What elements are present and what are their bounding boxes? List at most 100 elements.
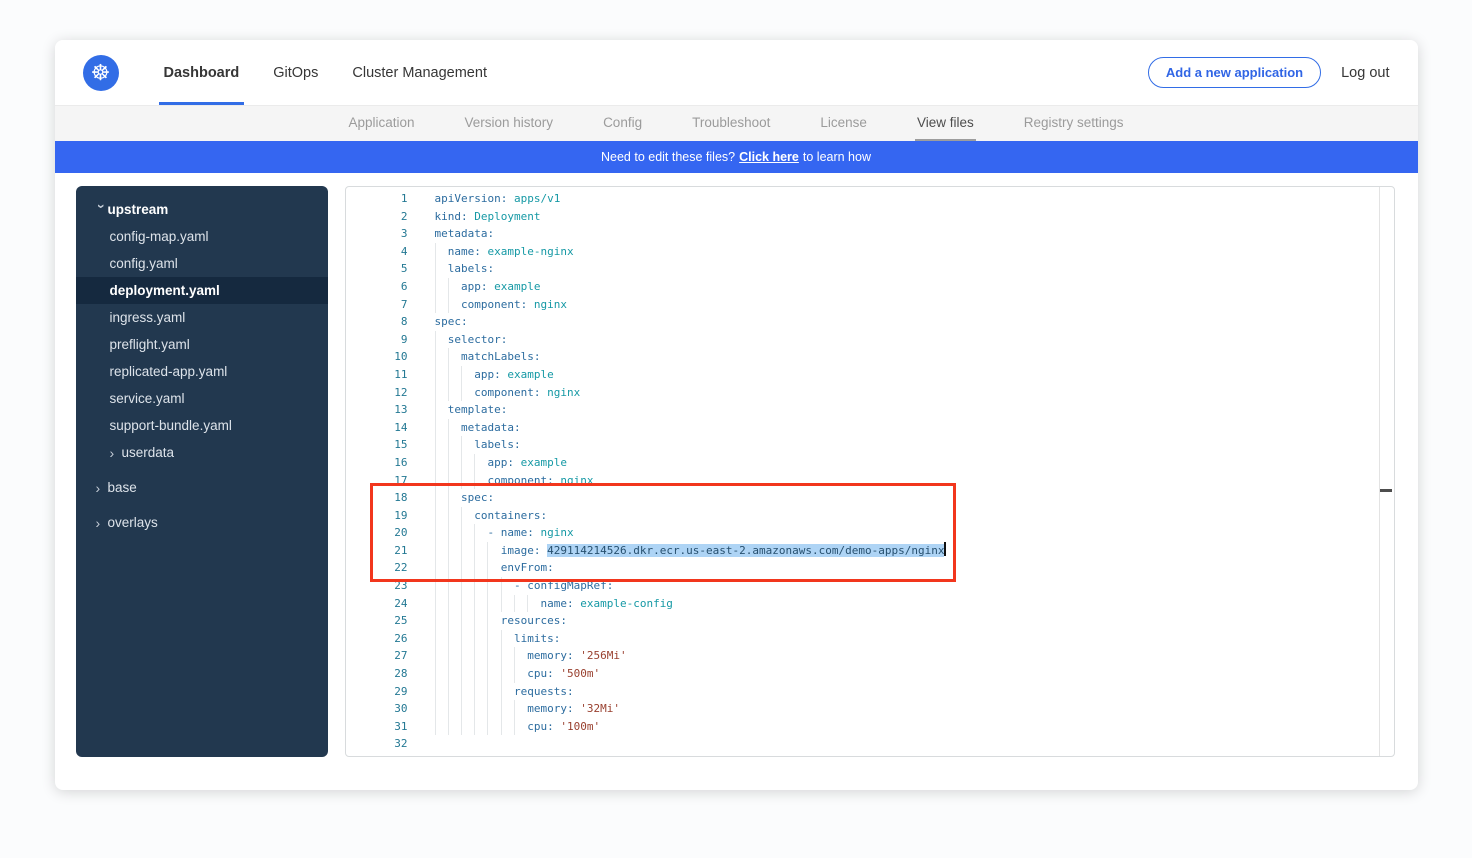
code-line-29[interactable]: 29 requests: [346, 683, 1394, 701]
tree-file-support-bundle-yaml[interactable]: support-bundle.yaml [76, 412, 328, 439]
chevron-down-icon[interactable]: › [94, 204, 110, 216]
code-line-22[interactable]: 22 envFrom: [346, 559, 1394, 577]
code-line-7[interactable]: 7 component: nginx [346, 296, 1394, 314]
indent-guide [448, 507, 449, 525]
nav-item-cluster-management[interactable]: Cluster Management [347, 40, 492, 105]
overview-ruler-cursor-marker [1380, 489, 1392, 492]
code-text: memory: '256Mi' [435, 649, 627, 662]
tab-application[interactable]: Application [346, 106, 416, 141]
code-line-body: - configMapRef: [435, 577, 614, 595]
overview-ruler[interactable] [1379, 187, 1380, 756]
indent-guide [514, 718, 515, 736]
code-line-21[interactable]: 21 image: 429114214526.dkr.ecr.us-east-2… [346, 542, 1394, 560]
banner-click-here-link[interactable]: Click here [739, 150, 799, 164]
code-line-19[interactable]: 19 containers: [346, 507, 1394, 525]
code-text: spec: [435, 315, 468, 328]
code-line-30[interactable]: 30 memory: '32Mi' [346, 700, 1394, 718]
indent-guide [487, 559, 488, 577]
tab-license[interactable]: License [818, 106, 869, 141]
code-line-15[interactable]: 15 labels: [346, 436, 1394, 454]
code-line-12[interactable]: 12 component: nginx [346, 384, 1394, 402]
code-text: metadata: [435, 227, 495, 240]
line-number: 25 [346, 612, 408, 630]
tree-item-label: replicated-app.yaml [110, 364, 228, 379]
code-line-body: labels: [435, 260, 495, 278]
code-line-5[interactable]: 5 labels: [346, 260, 1394, 278]
tree-file-deployment-yaml[interactable]: deployment.yaml [76, 277, 328, 304]
line-number: 14 [346, 419, 408, 437]
chevron-right-icon[interactable]: › [96, 515, 108, 531]
tab-registry-settings[interactable]: Registry settings [1022, 106, 1126, 141]
indent-guide [461, 665, 462, 683]
code-line-31[interactable]: 31 cpu: '100m' [346, 718, 1394, 736]
code-text: envFrom: [435, 561, 554, 574]
nav-item-dashboard[interactable]: Dashboard [159, 40, 245, 105]
chevron-right-icon[interactable]: › [110, 445, 122, 461]
top-nav: ☸ DashboardGitOpsCluster Management Add … [55, 40, 1418, 105]
code-line-24[interactable]: 24 name: example-config [346, 595, 1394, 613]
indent-guide [435, 665, 436, 683]
indent-guide [448, 612, 449, 630]
tab-troubleshoot[interactable]: Troubleshoot [690, 106, 772, 141]
code-line-body: app: example [435, 366, 554, 384]
indent-guide [448, 524, 449, 542]
code-line-14[interactable]: 14 metadata: [346, 419, 1394, 437]
indent-guide [501, 700, 502, 718]
add-application-button[interactable]: Add a new application [1148, 57, 1321, 88]
code-line-32[interactable]: 32 [346, 735, 1394, 753]
code-line-3[interactable]: 3 metadata: [346, 225, 1394, 243]
code-line-18[interactable]: 18 spec: [346, 489, 1394, 507]
code-line-8[interactable]: 8 spec: [346, 313, 1394, 331]
code-line-27[interactable]: 27 memory: '256Mi' [346, 647, 1394, 665]
code-line-23[interactable]: 23 - configMapRef: [346, 577, 1394, 595]
tree-folder-userdata[interactable]: ›userdata [76, 439, 328, 466]
code-line-16[interactable]: 16 app: example [346, 454, 1394, 472]
code-line-body: metadata: [435, 225, 495, 243]
line-number: 7 [346, 296, 408, 314]
code-line-11[interactable]: 11 app: example [346, 366, 1394, 384]
nav-item-gitops[interactable]: GitOps [268, 40, 323, 105]
yaml-editor[interactable]: 1apiVersion: apps/v12kind: Deployment3 me… [345, 186, 1395, 757]
tree-folder-base[interactable]: ›base [76, 474, 328, 501]
tree-folder-overlays[interactable]: ›overlays [76, 509, 328, 536]
code-line-4[interactable]: 4 name: example-nginx [346, 243, 1394, 261]
indent-guide [435, 296, 436, 314]
line-number: 20 [346, 524, 408, 542]
tree-file-replicated-app-yaml[interactable]: replicated-app.yaml [76, 358, 328, 385]
line-number: 23 [346, 577, 408, 595]
tree-item-label: deployment.yaml [110, 283, 220, 298]
code-line-25[interactable]: 25 resources: [346, 612, 1394, 630]
indent-guide [501, 595, 502, 613]
logout-link[interactable]: Log out [1341, 65, 1389, 81]
indent-guide [474, 683, 475, 701]
tree-file-ingress-yaml[interactable]: ingress.yaml [76, 304, 328, 331]
code-line-body: name: example-config [435, 595, 673, 613]
tab-config[interactable]: Config [601, 106, 644, 141]
indent-guide [461, 595, 462, 613]
line-number: 3 [346, 225, 408, 243]
tab-view-files[interactable]: View files [915, 106, 976, 141]
code-line-body: cpu: '100m' [435, 718, 601, 736]
code-line-28[interactable]: 28 cpu: '500m' [346, 665, 1394, 683]
tree-file-config-yaml[interactable]: config.yaml [76, 250, 328, 277]
line-number: 8 [346, 313, 408, 331]
code-line-26[interactable]: 26 limits: [346, 630, 1394, 648]
chevron-right-icon[interactable]: › [96, 480, 108, 496]
code-line-10[interactable]: 10 matchLabels: [346, 348, 1394, 366]
code-line-1[interactable]: 1apiVersion: apps/v1 [346, 190, 1394, 208]
code-line-2[interactable]: 2kind: Deployment [346, 208, 1394, 226]
indent-guide [461, 630, 462, 648]
code-line-6[interactable]: 6 app: example [346, 278, 1394, 296]
code-line-13[interactable]: 13 template: [346, 401, 1394, 419]
code-line-17[interactable]: 17 component: nginx [346, 472, 1394, 490]
code-line-20[interactable]: 20 - name: nginx [346, 524, 1394, 542]
tree-file-preflight-yaml[interactable]: preflight.yaml [76, 331, 328, 358]
code-line-9[interactable]: 9 selector: [346, 331, 1394, 349]
indent-guide [501, 665, 502, 683]
tree-file-config-map-yaml[interactable]: config-map.yaml [76, 223, 328, 250]
tree-folder-upstream[interactable]: ›upstream [76, 196, 328, 223]
tab-version-history[interactable]: Version history [463, 106, 556, 141]
tree-file-service-yaml[interactable]: service.yaml [76, 385, 328, 412]
indent-guide [461, 366, 462, 384]
tree-item-label: userdata [122, 445, 175, 460]
